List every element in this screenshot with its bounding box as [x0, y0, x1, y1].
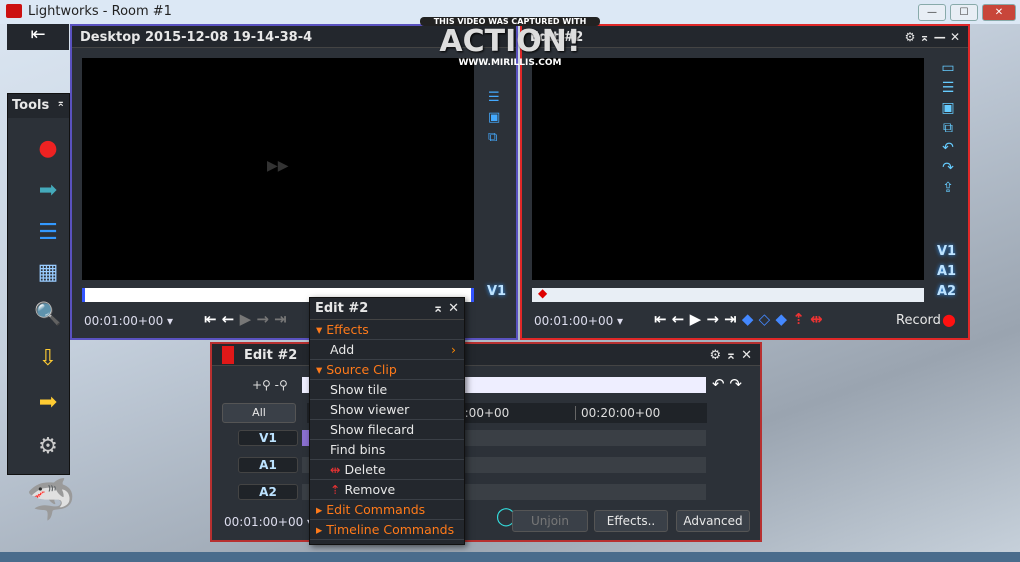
export-icon[interactable]: ⇩: [30, 346, 66, 374]
record-side-icons[interactable]: ▭ ☰ ▣ ⧉ ↶ ↷ ⇪: [936, 58, 960, 198]
menu-section-effects[interactable]: ▾ Effects: [310, 320, 464, 340]
delete-icon: ⇹: [330, 462, 341, 477]
tools-panel: Tools ⌅ ● ➡ ☰ ▦ 🔍 ⇩ ➡ ⚙: [7, 93, 70, 475]
action-watermark: THIS VIDEO WAS CAPTURED WITH ACTION! WWW…: [420, 17, 600, 81]
source-timecode[interactable]: 00:01:00+00 ▾: [84, 314, 173, 328]
menu-section-edit-commands[interactable]: ▸ Edit Commands: [310, 500, 464, 520]
record-scrub-bar[interactable]: ◆: [532, 286, 924, 302]
exit-room-button[interactable]: ⇤: [7, 24, 69, 50]
unjoin-button[interactable]: Unjoin: [512, 510, 588, 532]
user-settings-icon[interactable]: ⚙: [30, 434, 66, 462]
exit-icon: ⇤: [30, 24, 46, 45]
record-timecode[interactable]: 00:01:00+00 ▾: [534, 314, 623, 328]
remove-icon: ⇡: [330, 482, 341, 497]
window-title: Lightworks - Room #1: [28, 4, 172, 19]
bookmark-icon: [222, 346, 234, 364]
tools-title: Tools: [12, 98, 50, 113]
search-bin-icon[interactable]: 🔍: [30, 302, 66, 330]
output-icon[interactable]: ➡: [30, 390, 66, 418]
ruler-label: 00:20:00+00: [575, 406, 660, 420]
record-label: Record: [896, 313, 941, 328]
source-video-screen[interactable]: ▶▶: [82, 58, 474, 280]
menu-item-show-viewer[interactable]: Show viewer: [310, 400, 464, 420]
maximize-button[interactable]: ☐: [950, 4, 978, 21]
menu-title: Edit #2: [315, 301, 369, 316]
advanced-button[interactable]: Advanced: [676, 510, 750, 532]
lightworks-app-icon: [6, 4, 22, 18]
track-a2[interactable]: A2: [937, 282, 956, 302]
shark-mascot-icon: 🦈: [26, 477, 76, 523]
import-tool-icon[interactable]: ➡: [30, 178, 66, 206]
track-a1[interactable]: A1: [937, 262, 956, 282]
record-button[interactable]: ●: [942, 310, 956, 329]
track-header-v1[interactable]: V1: [238, 430, 298, 446]
all-tracks-button[interactable]: All: [222, 403, 296, 423]
menu-item-find-bins[interactable]: Find bins: [310, 440, 464, 460]
context-menu: Edit #2 ⌅ ✕ ▾ Effects Add › ▾ Source Clip …: [309, 297, 465, 545]
record-track-list[interactable]: V1 A1 A2: [937, 242, 956, 302]
effects-button[interactable]: Effects..: [594, 510, 668, 532]
source-transport-controls[interactable]: ⇤ ← ▶ → ⇥: [204, 310, 287, 328]
track-header-a2[interactable]: A2: [238, 484, 298, 500]
minimize-button[interactable]: —: [918, 4, 946, 21]
edit-tool-icon[interactable]: ☰: [30, 220, 66, 248]
viewer-window-controls[interactable]: ⚙ ⌅ — ✕: [905, 30, 960, 44]
tools-header: Tools ⌅: [8, 94, 69, 118]
menu-item-delete[interactable]: ⇹ Delete: [310, 460, 464, 480]
menu-pin-close[interactable]: ⌅ ✕: [433, 301, 459, 316]
track-header-a1[interactable]: A1: [238, 457, 298, 473]
close-button[interactable]: ✕: [982, 4, 1016, 21]
edit-panel-header: Edit #2 ⚙ ⌅ ✕: [212, 344, 760, 366]
edit-timecode[interactable]: 00:01:00+00 ▾: [224, 515, 313, 529]
watermark-url: WWW.MIRILLIS.COM: [458, 58, 562, 68]
taskbar: [0, 552, 1020, 562]
edit-timeline-panel: Edit #2 ⚙ ⌅ ✕ +⚲ -⚲ ↶ ↷ All 0:00+00 00:20:…: [210, 342, 762, 542]
submenu-chevron-icon: ›: [451, 342, 456, 357]
pin-icon[interactable]: ⌅: [57, 98, 65, 109]
edit-panel-title: Edit #2: [244, 348, 298, 363]
project-grid-icon[interactable]: ▦: [30, 260, 66, 288]
source-track-v1[interactable]: V1: [487, 284, 506, 299]
menu-item-show-tile[interactable]: Show tile: [310, 380, 464, 400]
menu-section-source-clip[interactable]: ▾ Source Clip: [310, 360, 464, 380]
menu-item-show-filecard[interactable]: Show filecard: [310, 420, 464, 440]
edit-window-controls[interactable]: ⚙ ⌅ ✕: [710, 348, 753, 363]
menu-item-add[interactable]: Add ›: [310, 340, 464, 360]
record-video-screen[interactable]: [532, 58, 924, 280]
record-tool-icon[interactable]: ●: [30, 136, 66, 164]
playhead-marker[interactable]: ◆: [538, 286, 547, 300]
menu-header: Edit #2 ⌅ ✕: [310, 298, 464, 320]
track-v1[interactable]: V1: [937, 242, 956, 262]
source-side-icons[interactable]: ☰ ▣ ⧉: [488, 88, 500, 148]
zoom-controls[interactable]: +⚲ -⚲: [252, 378, 288, 392]
menu-section-timeline-commands[interactable]: ▸ Timeline Commands: [310, 520, 464, 540]
undo-redo-icons[interactable]: ↶ ↷: [712, 375, 742, 393]
menu-item-remove[interactable]: ⇡ Remove: [310, 480, 464, 500]
record-transport-controls[interactable]: ⇤ ← ▶ → ⇥ ◆ ◇ ◆ ⇡ ⇹: [654, 310, 823, 328]
watermark-logo: ACTION!: [439, 24, 581, 59]
play-indicator-icon: ▶▶: [267, 158, 289, 174]
